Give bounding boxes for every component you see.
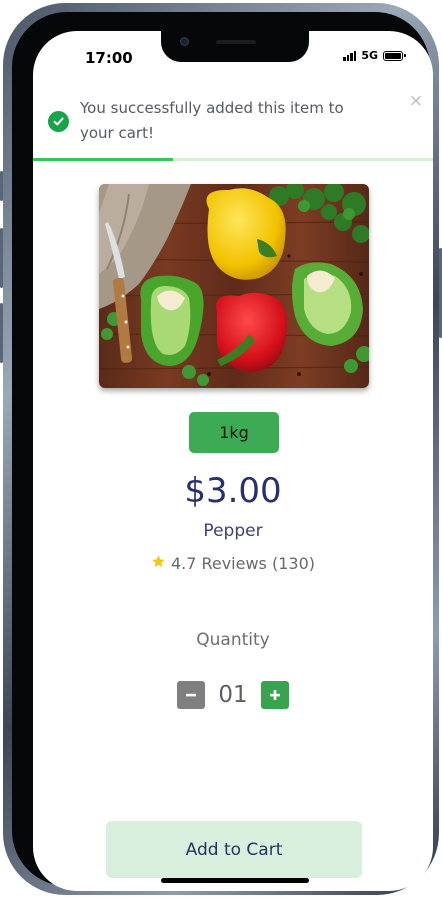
rating-value: 4.7 — [171, 554, 197, 573]
mute-switch — [0, 171, 3, 201]
product-name: Pepper — [203, 521, 263, 541]
decrease-quantity-button[interactable] — [177, 681, 205, 709]
speaker-grille — [216, 40, 256, 44]
check-circle-icon — [48, 111, 69, 132]
toast-progress-fill — [33, 158, 173, 161]
volume-up-button — [0, 228, 3, 288]
home-indicator — [161, 878, 309, 883]
increase-quantity-button[interactable] — [261, 681, 289, 709]
product-price: $3.00 — [184, 471, 282, 511]
status-time: 17:00 — [85, 49, 133, 67]
front-camera — [180, 37, 189, 46]
notch — [161, 31, 309, 62]
volume-down-button — [0, 303, 3, 363]
plus-icon — [270, 690, 280, 700]
minus-icon — [186, 693, 196, 697]
network-type: 5G — [361, 49, 378, 62]
weight-badge[interactable]: 1kg — [189, 412, 279, 453]
star-icon — [151, 554, 166, 573]
product-rating: 4.7 Reviews (130) — [33, 554, 433, 573]
add-to-cart-button[interactable]: Add to Cart — [106, 821, 362, 878]
phone-bezel: 17:00 5G You successfully added this ite… — [12, 12, 433, 891]
screen: 17:00 5G You successfully added this ite… — [33, 31, 433, 891]
status-indicators: 5G — [343, 49, 406, 62]
toast-message: You successfully added this item to your… — [80, 99, 344, 142]
success-toast: You successfully added this item to your… — [33, 83, 433, 165]
phone-frame: 17:00 5G You successfully added this ite… — [0, 3, 442, 895]
quantity-stepper: 01 — [177, 681, 289, 709]
reviews-count: Reviews (130) — [201, 554, 315, 573]
close-icon[interactable]: × — [409, 91, 423, 111]
battery-icon — [383, 50, 406, 61]
signal-icon — [343, 50, 357, 61]
toast-progress-bar — [33, 158, 433, 161]
product-image — [99, 184, 369, 388]
quantity-value: 01 — [218, 682, 248, 708]
quantity-label: Quantity — [196, 630, 270, 650]
